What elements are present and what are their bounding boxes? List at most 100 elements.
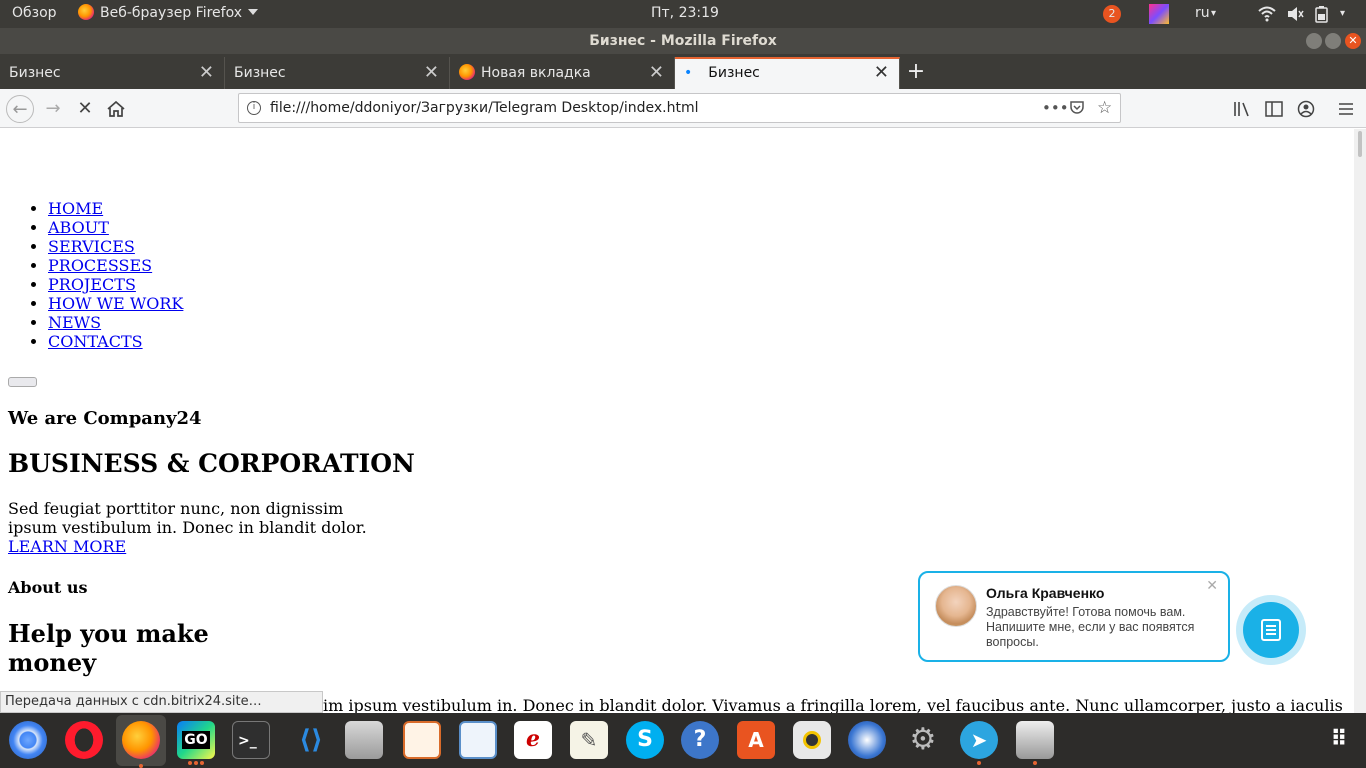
- chat-agent-name: Ольга Кравченко: [986, 585, 1105, 601]
- running-indicator: [188, 761, 192, 765]
- notification-count: 2: [1108, 7, 1116, 20]
- system-menu-caret-icon[interactable]: ▾: [1340, 0, 1345, 28]
- avatar: [935, 585, 977, 627]
- nav-item-projects: PROJECTS: [48, 275, 183, 294]
- close-icon[interactable]: ✕: [1206, 577, 1218, 594]
- goland-icon[interactable]: GO: [177, 721, 215, 765]
- running-indicator: [194, 761, 198, 765]
- impress-icon[interactable]: [403, 721, 441, 759]
- nav-link-how-we-work[interactable]: HOW WE WORK: [48, 294, 183, 313]
- image-viewer-icon[interactable]: [459, 721, 497, 759]
- vscode-icon[interactable]: ⟨⟩: [292, 721, 330, 759]
- thunderbird-icon[interactable]: [848, 721, 886, 759]
- nav-link-about[interactable]: ABOUT: [48, 218, 109, 237]
- bookmark-star-icon[interactable]: ☆: [1097, 94, 1112, 122]
- scrollbar-thumb[interactable]: [1358, 131, 1362, 157]
- hero-text-line-2: ipsum vestibulum in. Donec in blandit do…: [8, 518, 367, 537]
- nav-link-home[interactable]: HOME: [48, 199, 103, 218]
- tab-business-active[interactable]: • Бизнес ✕: [675, 57, 900, 89]
- nav-link-contacts[interactable]: CONTACTS: [48, 332, 143, 351]
- window-title: Бизнес - Mozilla Firefox: [589, 33, 777, 49]
- close-window-icon[interactable]: ✕: [1345, 33, 1361, 49]
- url-bar[interactable]: i file:///home/ddoniyor/Загрузки/Telegra…: [238, 93, 1121, 123]
- nav-item-news: NEWS: [48, 313, 183, 332]
- text-editor-icon[interactable]: ✎: [570, 721, 608, 759]
- nav-link-news[interactable]: NEWS: [48, 313, 101, 332]
- running-indicator: [1033, 761, 1037, 765]
- url-text: file:///home/ddoniyor/Загрузки/Telegram …: [270, 100, 699, 116]
- printer-icon[interactable]: [1016, 721, 1054, 765]
- keyboard-layout[interactable]: ru: [1195, 0, 1210, 28]
- terminal-icon[interactable]: >_: [232, 721, 270, 759]
- library-icon[interactable]: [1233, 101, 1261, 129]
- about-text: im ipsum vestibulum in. Donec in blandit…: [323, 696, 1343, 713]
- chromium-icon[interactable]: [9, 721, 47, 759]
- hero-title: BUSINESS & CORPORATION: [8, 449, 415, 478]
- nav-item-contacts: CONTACTS: [48, 332, 183, 351]
- chat-greeting-popup[interactable]: Ольга Кравченко Здравствуйте! Готова пом…: [918, 571, 1230, 662]
- back-button[interactable]: ←: [6, 95, 34, 123]
- close-icon[interactable]: ✕: [649, 57, 664, 89]
- info-icon[interactable]: i: [247, 101, 261, 115]
- sidebar-icon[interactable]: [1265, 101, 1293, 129]
- learn-more-link[interactable]: LEARN MORE: [8, 537, 126, 556]
- hamburger-menu-icon[interactable]: [1338, 101, 1366, 129]
- hero-text-line-1: Sed feugiat porttitor nunc, non dignissi…: [8, 499, 344, 518]
- running-indicator: [977, 761, 981, 765]
- app-menu[interactable]: Веб-браузер Firefox: [78, 0, 259, 28]
- close-icon[interactable]: ✕: [424, 57, 439, 89]
- chat-open-button[interactable]: [1236, 595, 1306, 665]
- notification-badge-icon[interactable]: 2: [1103, 5, 1121, 23]
- document-viewer-icon[interactable]: ℯ: [514, 721, 552, 759]
- nav-item-processes: PROCESSES: [48, 256, 183, 275]
- forward-button[interactable]: →: [39, 95, 67, 123]
- tab-business-2[interactable]: Бизнес ✕: [225, 57, 450, 89]
- page-actions-icon[interactable]: •••: [1042, 94, 1069, 122]
- stop-button[interactable]: ✕: [71, 95, 99, 123]
- tab-label: Новая вкладка: [481, 65, 591, 81]
- show-apps-icon[interactable]: ⠿: [1319, 721, 1357, 759]
- opera-icon[interactable]: [65, 721, 103, 759]
- jetbrains-toolbox-icon[interactable]: [1149, 4, 1169, 24]
- help-icon[interactable]: ?: [681, 721, 719, 759]
- firefox-dock-slot[interactable]: [116, 715, 166, 768]
- close-icon[interactable]: ✕: [874, 59, 889, 87]
- pocket-icon[interactable]: [1069, 100, 1085, 116]
- loading-dot-icon: •: [684, 65, 693, 81]
- page-scrollbar[interactable]: [1354, 129, 1366, 713]
- nav-item-home: HOME: [48, 199, 183, 218]
- home-icon[interactable]: [107, 101, 135, 129]
- nav-item-how-we-work: HOW WE WORK: [48, 294, 183, 313]
- about-title-line-2: money: [8, 648, 97, 677]
- nav-item-services: SERVICES: [48, 237, 183, 256]
- nav-link-projects[interactable]: PROJECTS: [48, 275, 136, 294]
- goland-logo-glyph: GO: [182, 731, 210, 749]
- tab-business-1[interactable]: Бизнес ✕: [0, 57, 225, 89]
- activities-button[interactable]: Обзор: [12, 0, 57, 28]
- skype-icon[interactable]: S: [626, 721, 664, 759]
- tab-new-tab[interactable]: Новая вкладка ✕: [450, 57, 675, 89]
- running-indicator: [139, 764, 143, 768]
- menu-toggle-button[interactable]: [8, 377, 37, 387]
- icon-line: [1266, 625, 1276, 627]
- running-indicator: [200, 761, 204, 765]
- settings-icon[interactable]: ⚙: [904, 721, 942, 759]
- files-icon[interactable]: [345, 721, 383, 759]
- account-icon[interactable]: [1297, 100, 1325, 128]
- nav-link-processes[interactable]: PROCESSES: [48, 256, 152, 275]
- software-center-icon[interactable]: A: [737, 721, 775, 759]
- chevron-down-icon: [248, 9, 259, 15]
- site-nav-list: HOME ABOUT SERVICES PROCESSES PROJECTS H…: [0, 199, 183, 351]
- about-title: Help you make money: [8, 619, 209, 677]
- nav-link-services[interactable]: SERVICES: [48, 237, 135, 256]
- new-tab-button[interactable]: +: [902, 57, 930, 89]
- rhythmbox-icon[interactable]: [793, 721, 831, 759]
- minimize-icon[interactable]: [1306, 33, 1322, 49]
- clock[interactable]: Пт, 23:19: [651, 0, 719, 28]
- chat-form-icon: [1261, 619, 1281, 641]
- window-titlebar: Бизнес - Mozilla Firefox ✕: [0, 28, 1366, 54]
- close-icon[interactable]: ✕: [199, 57, 214, 89]
- telegram-icon[interactable]: ➤: [960, 721, 998, 765]
- about-label: About us: [8, 578, 88, 597]
- maximize-icon[interactable]: [1325, 33, 1341, 49]
